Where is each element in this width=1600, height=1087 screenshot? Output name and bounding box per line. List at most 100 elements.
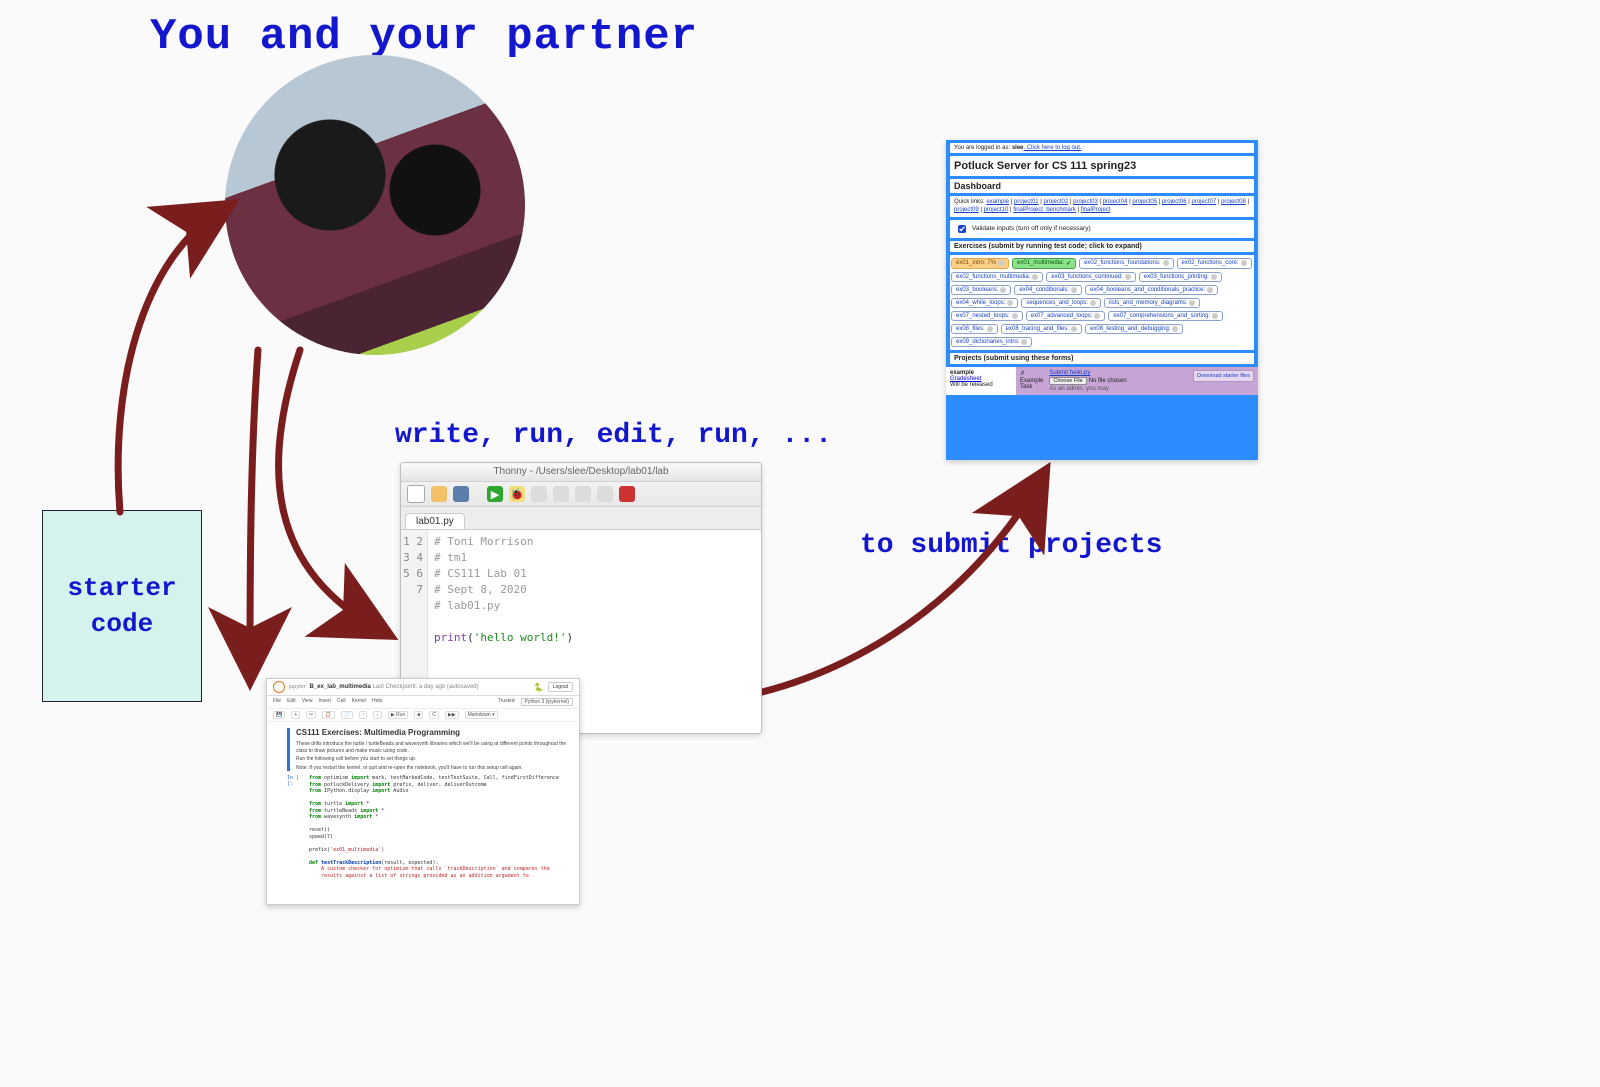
menu-edit[interactable]: Edit xyxy=(287,698,296,706)
jupyter-header: jupyter B_ex_lab_multimedia Last Checkpo… xyxy=(267,679,579,696)
exercise-pill[interactable]: ex07_nested_loops: xyxy=(951,311,1023,321)
debug-icon[interactable]: 🐞 xyxy=(509,486,525,502)
quicklink-project07[interactable]: project07 xyxy=(1192,199,1217,205)
kernel-label[interactable]: Python 3 (ipykernel) xyxy=(521,698,573,706)
proj-example-task: Example Task xyxy=(1020,378,1043,390)
toolbar-btn-9[interactable]: C xyxy=(429,711,439,719)
choose-file-button[interactable]: Choose File xyxy=(1049,377,1086,385)
exercise-pill[interactable]: ex01_intro: 7% xyxy=(951,258,1009,269)
quicklink-project04[interactable]: project04 xyxy=(1103,199,1128,205)
jupyter-markdown-cell[interactable]: CS111 Exercises: Multimedia Programming … xyxy=(287,728,573,771)
jupyter-intro-1: These drills introduce the turtle / turt… xyxy=(296,741,573,754)
new-file-icon[interactable] xyxy=(407,485,425,503)
menu-insert[interactable]: Insert xyxy=(318,698,331,706)
thonny-tab[interactable]: lab01.py xyxy=(405,513,465,529)
jupyter-brand: jupyter xyxy=(289,684,306,690)
quicklink-finalProject[interactable]: finalProject xyxy=(1081,207,1111,213)
exercise-pill[interactable]: ex04_while_loops: xyxy=(951,298,1018,308)
menu-file[interactable]: File xyxy=(273,698,281,706)
exercise-pill[interactable]: ex07_advanced_loops: xyxy=(1026,311,1106,321)
jupyter-title[interactable]: B_ex_lab_multimedia xyxy=(310,684,371,690)
toolbar-btn-5[interactable]: ↑ xyxy=(359,711,368,719)
gradesheet-link[interactable]: Gradesheet xyxy=(950,376,981,382)
quicklink-project08[interactable]: project08 xyxy=(1221,199,1246,205)
toolbar-btn-11[interactable]: Markdown ▾ xyxy=(465,711,498,719)
logout-button[interactable]: Logout xyxy=(548,682,573,692)
exercise-pill[interactable]: ex04_booleans_and_conditionals_practice: xyxy=(1085,285,1218,295)
quicklink-project02[interactable]: project02 xyxy=(1044,199,1069,205)
exercise-pill[interactable]: sequences_and_loops: xyxy=(1021,298,1101,308)
toolbar-btn-2[interactable]: ✂ xyxy=(306,711,316,719)
quicklink-project10[interactable]: project10 xyxy=(984,207,1009,213)
step-over-icon[interactable] xyxy=(531,486,547,502)
trusted-label: Trusted xyxy=(498,698,515,706)
validate-label: Validate inputs (turn off only if necess… xyxy=(972,225,1091,232)
menu-kernel[interactable]: Kernel xyxy=(352,698,366,706)
starter-code-box: starter code xyxy=(42,510,202,702)
exercise-pill[interactable]: ex04_conditionals: xyxy=(1014,285,1082,295)
quicklink-example[interactable]: example xyxy=(986,199,1009,205)
menu-cell[interactable]: Cell xyxy=(337,698,346,706)
exercise-pill[interactable]: ex08_files: xyxy=(951,324,998,334)
step-out-icon[interactable] xyxy=(575,486,591,502)
quicklink-project03[interactable]: project03 xyxy=(1073,199,1098,205)
jupyter-code-cell[interactable]: In [ ]: from optimism import mark, testM… xyxy=(287,775,573,879)
toolbar-btn-1[interactable]: + xyxy=(291,711,300,719)
jupyter-body: CS111 Exercises: Multimedia Programming … xyxy=(267,722,579,883)
quicklink-project09[interactable]: project09 xyxy=(954,207,979,213)
exercise-pill[interactable]: ex02_functions_multimedia: xyxy=(951,272,1043,282)
download-starter-button[interactable]: Download starter files xyxy=(1193,370,1254,382)
exercise-pill[interactable]: ex03_functions_continued: xyxy=(1046,272,1135,282)
submit-hello-link[interactable]: Submit hello.py xyxy=(1049,370,1126,376)
toolbar-btn-10[interactable]: ▶▶ xyxy=(445,711,459,719)
exercise-pill[interactable]: ex03_functions_printing: xyxy=(1139,272,1222,282)
exercise-pill[interactable]: ex02_functions_foundations: xyxy=(1079,258,1173,269)
quicklink-project06[interactable]: project06 xyxy=(1162,199,1187,205)
project-right: ✗ Example Task Submit hello.py Choose Fi… xyxy=(1016,367,1258,395)
quicklink-project05[interactable]: project05 xyxy=(1132,199,1157,205)
partner-photo xyxy=(225,55,525,355)
exercise-pill[interactable]: ex09_dictionaries_intro: xyxy=(951,337,1032,347)
exercise-pill[interactable]: ex08_testing_and_debugging: xyxy=(1085,324,1183,334)
thonny-tabbar: lab01.py xyxy=(401,507,761,530)
quicklink-project01[interactable]: project01 xyxy=(1014,199,1039,205)
potluck-logout-link[interactable]: . Click here to log out. xyxy=(1024,145,1082,151)
potluck-validate: Validate inputs (turn off only if necess… xyxy=(950,220,1254,238)
open-file-icon[interactable] xyxy=(431,486,447,502)
save-file-icon[interactable] xyxy=(453,486,469,502)
toolbar-btn-3[interactable]: 📋 xyxy=(322,711,334,719)
exercise-pill[interactable]: lists_and_memory_diagrams: xyxy=(1104,298,1200,308)
jupyter-checkpoint: Last Checkpoint: a day ago (autosaved) xyxy=(373,684,479,690)
exercise-pill[interactable]: ex08_tracing_and_files: xyxy=(1001,324,1082,334)
step-into-icon[interactable] xyxy=(553,486,569,502)
toolbar-btn-0[interactable]: 💾 xyxy=(273,711,285,719)
toolbar-btn-6[interactable]: ↓ xyxy=(373,711,382,719)
jupyter-intro-3: Note: if you restart the kernel, or quit… xyxy=(296,765,573,772)
exercises-header: Exercises (submit by running test code; … xyxy=(950,241,1254,252)
thonny-titlebar: Thonny - /Users/slee/Desktop/lab01/lab xyxy=(401,463,761,482)
menu-help[interactable]: Help xyxy=(372,698,382,706)
quicklink-finalProject_benchmark[interactable]: finalProject_benchmark xyxy=(1013,207,1076,213)
project-left: example Gradesheet Will be released xyxy=(946,367,1016,395)
caption-submit: to submit projects xyxy=(860,530,1162,561)
validate-checkbox[interactable] xyxy=(958,225,966,233)
jupyter-window: jupyter B_ex_lab_multimedia Last Checkpo… xyxy=(266,678,580,905)
exercise-pill[interactable]: ex02_functions_core: xyxy=(1177,258,1252,269)
stop-icon[interactable] xyxy=(619,486,635,502)
jupyter-logo-icon xyxy=(273,681,285,693)
menu-view[interactable]: View xyxy=(302,698,313,706)
toolbar-btn-4[interactable]: 📄 xyxy=(341,711,353,719)
jupyter-code[interactable]: from optimism import mark, testMarkedCod… xyxy=(309,775,573,879)
caption-partner: You and your partner xyxy=(150,12,698,62)
exercise-pill[interactable]: ex07_comprehensions_and_sorting: xyxy=(1108,311,1223,321)
python-logo-icon: 🐍 xyxy=(534,683,544,692)
resume-icon[interactable] xyxy=(597,486,613,502)
exercise-pill[interactable]: ex01_multimedia: ✓ xyxy=(1012,258,1076,269)
potluck-title-panel: Potluck Server for CS 111 spring23 xyxy=(950,156,1254,176)
potluck-dashboard-panel: Dashboard xyxy=(950,179,1254,193)
toolbar-btn-8[interactable]: ■ xyxy=(414,711,423,719)
potluck-dashboard: Dashboard xyxy=(954,181,1250,191)
exercise-pill[interactable]: ex03_booleans: xyxy=(951,285,1011,295)
run-icon[interactable]: ▶ xyxy=(487,486,503,502)
toolbar-btn-7[interactable]: ▶ Run xyxy=(388,711,408,719)
